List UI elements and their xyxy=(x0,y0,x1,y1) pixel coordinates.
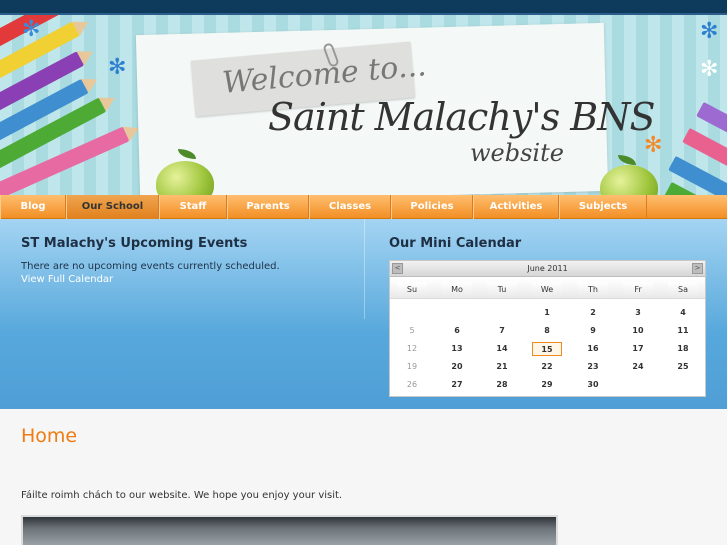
welcome-paragraph: Fáilte roimh chách to our website. We ho… xyxy=(21,490,343,501)
events-message: There are no upcoming events currently s… xyxy=(21,261,280,272)
calendar-day[interactable]: 1 xyxy=(532,306,562,320)
weekday-label: Fr xyxy=(623,282,653,298)
calendar-header: < June 2011 > xyxy=(390,261,705,277)
nav-item-policies[interactable]: Policies xyxy=(391,195,473,219)
calendar-day[interactable]: 3 xyxy=(623,306,653,320)
calendar-day[interactable]: 12 xyxy=(397,342,427,356)
page-title: Home xyxy=(21,425,78,447)
calendar-day[interactable]: 4 xyxy=(668,306,698,320)
calendar-day[interactable]: 8 xyxy=(532,324,562,338)
weekday-label: Th xyxy=(578,282,608,298)
next-month-button[interactable]: > xyxy=(692,263,703,274)
events-title: ST Malachy's Upcoming Events xyxy=(21,236,248,251)
site-title: Saint Malachy's BNS xyxy=(268,95,655,139)
apple-icon xyxy=(600,165,658,195)
calendar-day[interactable]: 29 xyxy=(532,378,562,392)
nav-item-blog[interactable]: Blog xyxy=(0,195,66,219)
leaf-icon xyxy=(618,155,636,165)
calendar-day[interactable]: 14 xyxy=(487,342,517,356)
calendar-day[interactable]: 11 xyxy=(668,324,698,338)
weekday-label: Su xyxy=(397,282,427,298)
calendar-day[interactable]: 26 xyxy=(397,378,427,392)
events-panel: ST Malachy's Upcoming Events There are n… xyxy=(0,219,727,409)
calendar-day[interactable]: 5 xyxy=(397,324,427,338)
header-banner: ✻ ✻ ✻ ✻ ✻ ✻ Welcome to... Saint Malachy'… xyxy=(0,15,727,195)
weekday-label: Sa xyxy=(668,282,698,298)
calendar-day[interactable]: 19 xyxy=(397,360,427,374)
nav-item-classes[interactable]: Classes xyxy=(309,195,391,219)
calendar-day[interactable]: 16 xyxy=(578,342,608,356)
nav-item-parents[interactable]: Parents xyxy=(227,195,309,219)
calendar-day[interactable]: 17 xyxy=(623,342,653,356)
calendar-day[interactable]: 9 xyxy=(578,324,608,338)
nav-item-our-school[interactable]: Our School xyxy=(66,195,159,219)
site-subtitle: website xyxy=(470,139,564,167)
flower-icon: ✻ xyxy=(700,57,719,82)
calendar-day[interactable]: 2 xyxy=(578,306,608,320)
calendar-day[interactable]: 20 xyxy=(442,360,472,374)
nav-item-activities[interactable]: Activities xyxy=(473,195,559,219)
calendar-day[interactable]: 6 xyxy=(442,324,472,338)
mini-calendar: < June 2011 > Su Mo Tu We Th Fr Sa 1 2 3 4 5 6 7 8 9 10… xyxy=(389,260,706,397)
nav-item-staff[interactable]: Staff xyxy=(159,195,227,219)
calendar-day[interactable]: 25 xyxy=(668,360,698,374)
calendar-day[interactable]: 18 xyxy=(668,342,698,356)
calendar-day[interactable]: 27 xyxy=(442,378,472,392)
calendar-day[interactable]: 23 xyxy=(578,360,608,374)
calendar-day[interactable]: 28 xyxy=(487,378,517,392)
school-photo xyxy=(21,515,558,545)
flower-icon: ✻ xyxy=(700,19,719,44)
view-full-calendar-link[interactable]: View Full Calendar xyxy=(21,274,113,285)
weekday-label: Mo xyxy=(442,282,472,298)
calendar-day[interactable]: 21 xyxy=(487,360,517,374)
calendar-day[interactable]: 10 xyxy=(623,324,653,338)
calendar-day[interactable]: 7 xyxy=(487,324,517,338)
main-navigation: Blog Our School Staff Parents Classes Po… xyxy=(0,195,727,219)
pencil-decoration xyxy=(0,126,130,195)
main-content: Home Fáilte roimh chách to our website. … xyxy=(0,409,727,545)
top-bar xyxy=(0,0,727,15)
calendar-day[interactable]: 13 xyxy=(442,342,472,356)
flower-icon: ✻ xyxy=(108,55,127,80)
calendar-day[interactable]: 24 xyxy=(623,360,653,374)
calendar-day[interactable]: 22 xyxy=(532,360,562,374)
calendar-month: June 2011 xyxy=(527,264,568,273)
weekday-label: We xyxy=(532,282,562,298)
nav-item-subjects[interactable]: Subjects xyxy=(559,195,647,219)
mini-calendar-title: Our Mini Calendar xyxy=(389,236,522,251)
weekday-label: Tu xyxy=(487,282,517,298)
calendar-day[interactable]: 30 xyxy=(578,378,608,392)
calendar-day-today[interactable]: 15 xyxy=(532,342,562,356)
column-divider xyxy=(364,219,365,319)
flower-icon: ✻ xyxy=(22,17,41,42)
